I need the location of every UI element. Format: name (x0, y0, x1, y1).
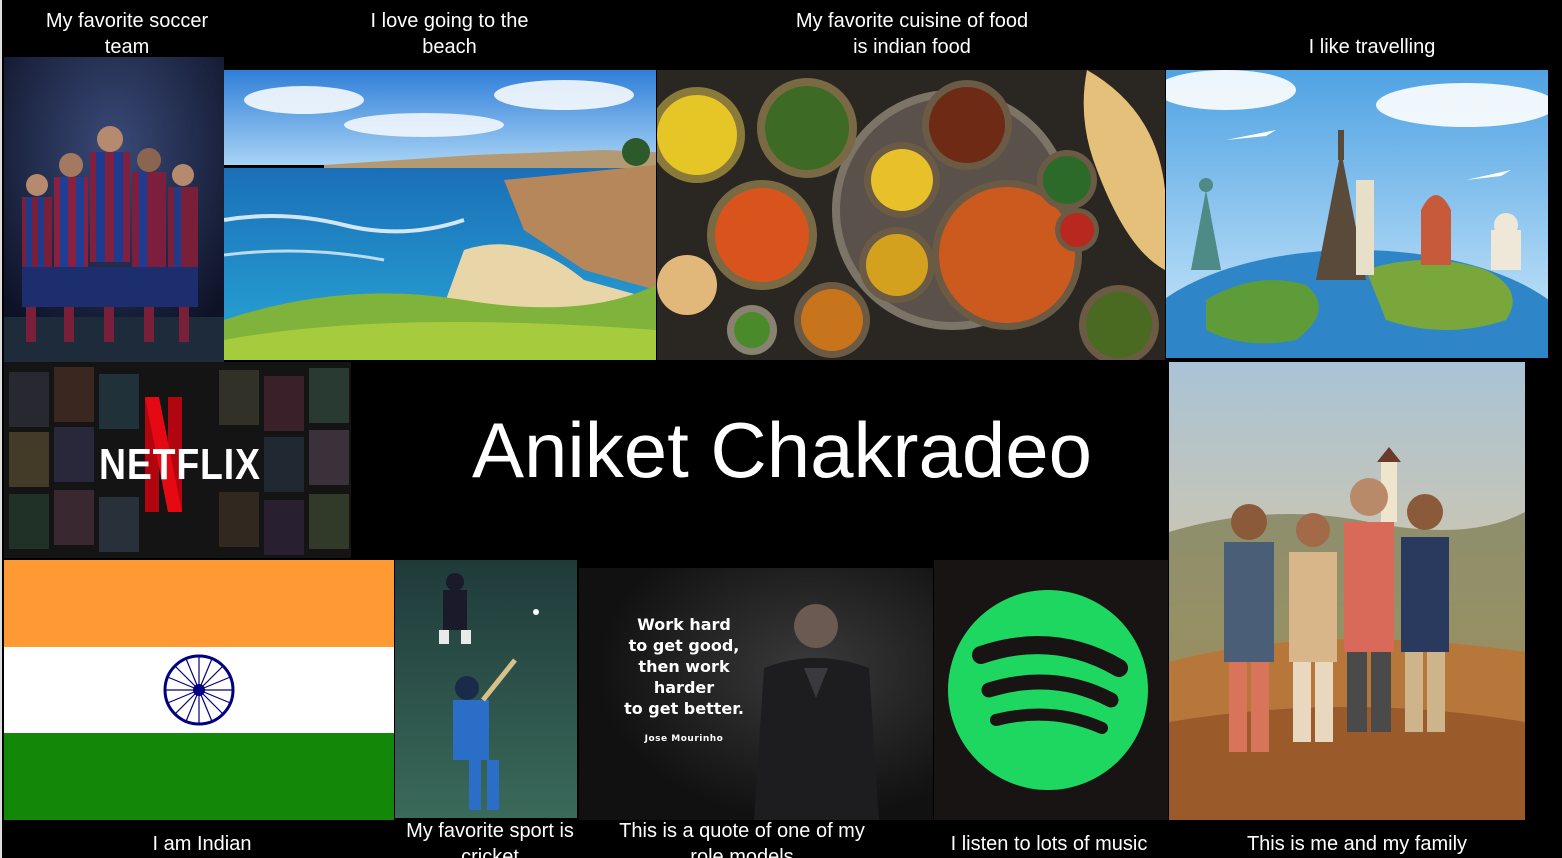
quote-image: Work hard to get good, then work harder … (579, 568, 933, 820)
page-title: Aniket Chakradeo (471, 406, 1093, 494)
quote-text: Work hard to get good, then work harder … (619, 614, 749, 750)
travel-image (1166, 70, 1548, 358)
soccer-team-image (4, 57, 224, 362)
caption-beach: I love going to the beach (370, 10, 529, 58)
caption-quote: This is a quote of one of my role models (619, 820, 865, 858)
caption-food: My favorite cuisine of food is indian fo… (795, 10, 1029, 58)
caption-music: I listen to lots of music (950, 833, 1148, 855)
family-image (1169, 362, 1525, 820)
caption-travel: I like travelling (1308, 36, 1436, 58)
cricket-image (395, 560, 577, 818)
quote-author: Jose Mourinho (644, 734, 724, 744)
quote-line-1: Work hard (637, 615, 731, 634)
slide: My favorite soccer team I love going to … (0, 0, 1562, 858)
quote-line-3: then work (638, 657, 730, 676)
quote-line-5: to get better. (624, 699, 744, 718)
india-flag-image (4, 560, 394, 820)
quote-line-4: harder (653, 678, 715, 697)
caption-indian: I am Indian (152, 833, 252, 855)
caption-family: This is me and my family (1246, 833, 1468, 855)
caption-cricket: My favorite sport is cricket (406, 820, 574, 858)
netflix-logo-text: NETFLIX (99, 440, 261, 489)
netflix-image: NETFLIX (4, 362, 351, 558)
beach-image (224, 70, 656, 360)
spotify-image (934, 560, 1168, 820)
caption-soccer: My favorite soccer team (45, 10, 209, 58)
quote-line-2: to get good, (628, 636, 740, 655)
indian-food-image (657, 70, 1165, 360)
